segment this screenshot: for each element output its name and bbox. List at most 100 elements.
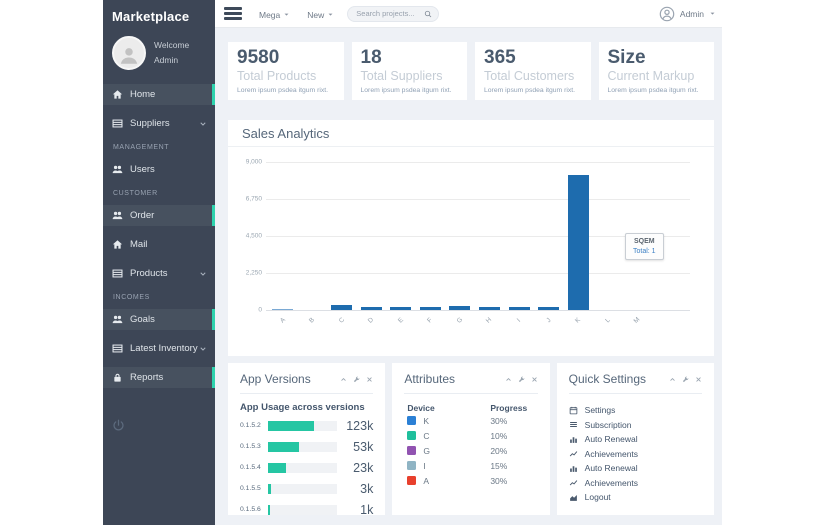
sidebar-item-goals[interactable]: Goals [103,309,215,330]
panel-settings-icon[interactable] [353,376,360,383]
chart-bar-slot: F [416,162,446,324]
panel-settings-icon[interactable] [682,376,689,383]
quick-setting-settings[interactable]: Settings [569,403,702,418]
y-axis-tick: 0 [258,306,262,314]
x-axis-label: M [632,316,642,325]
sidebar-item-reports[interactable]: Reports [103,367,215,388]
chart-bar-slot: C [327,162,357,325]
panel-close-icon[interactable] [366,376,373,383]
chart-bar-d[interactable] [360,306,382,310]
chart-bar-g[interactable] [449,306,471,310]
stat-value: 18 [360,47,382,68]
panel-close-icon[interactable] [695,376,702,383]
stat-label: Total Customers [484,69,575,83]
line-chart-icon [569,478,578,487]
sidebar-item-mail[interactable]: Mail [103,234,215,255]
panel-collapse-icon[interactable] [505,376,512,383]
stat-value: 9580 [237,47,280,68]
menu-toggle-icon[interactable] [224,5,242,23]
welcome-text: Welcome [154,40,190,50]
quick-setting-label: Achievements [584,448,639,459]
quick-setting-logout[interactable]: Logout [569,490,702,505]
panel-collapse-icon[interactable] [669,376,676,383]
attribute-row: C 10% [404,428,537,443]
attributes-title: Attributes [404,372,456,386]
attribute-row: K 30% [404,413,537,428]
chart-bar-k[interactable] [567,175,589,310]
usage-bar-track [268,504,338,515]
chart-tooltip: SQEM Total: 1 [625,233,664,260]
panel-controls [669,376,702,383]
bar-chart-icon [569,464,578,473]
chart-bar-a[interactable] [272,309,294,310]
device-progress: 30% [490,475,508,486]
chart-bar-slot: I [504,162,534,324]
device-color-swatch [407,476,417,485]
usage-bar-track [268,483,338,494]
user-name: Admin [154,55,179,65]
sidebar-user-block: Welcome Admin [103,30,215,82]
sidebar-item-home[interactable]: Home [103,84,215,105]
x-axis-label: D [367,316,376,325]
device-progress: 15% [490,460,508,471]
x-axis-label: B [308,316,317,325]
chart-bar-e[interactable] [390,307,412,310]
device-label: A [423,475,429,486]
sidebar-item-label: Mail [130,239,148,250]
sidebar-item-products[interactable]: Products [103,263,215,284]
topbar-menu-new[interactable]: New [307,10,334,20]
topbar-menu-mega[interactable]: Mega [259,10,290,20]
menu-label: Mega [259,9,281,20]
quick-setting-subscription[interactable]: Subscription [569,418,702,433]
x-axis-label: I [515,317,523,324]
sales-analytics-chart: 9,000 6,750 4,500 2,250 0 A B C D E F G H I J K L M SQEM… [228,147,714,355]
chevron-down-icon [199,120,207,128]
stat-value: 365 [484,47,516,68]
chart-bar-j[interactable] [538,306,560,310]
quick-setting-auto-renewal[interactable]: Auto Renewal [569,432,702,447]
sidebar-item-latest-inventory[interactable]: Latest Inventory [103,338,215,359]
usage-bar-fill [268,462,287,473]
panel-close-icon[interactable] [531,376,538,383]
chart-bar-slot: K [563,162,593,325]
chart-bar-i[interactable] [508,307,530,310]
chart-bar-c[interactable] [331,305,353,310]
search-input[interactable] [354,8,425,19]
device-progress: 30% [490,415,508,426]
home-icon [112,89,123,100]
device-progress: 10% [490,430,508,441]
chart-bar-f[interactable] [419,307,441,310]
sidebar-nav: Home Suppliers MANAGEMENT Users CUSTOMER Orde… [103,84,215,388]
table-icon [112,268,123,279]
panel-settings-icon[interactable] [518,376,525,383]
list-icon [569,420,578,429]
panel-collapse-icon[interactable] [340,376,347,383]
chart-bar-h[interactable] [478,307,500,310]
app-version-row: 0.1.5.4 23k [240,457,373,478]
power-icon[interactable] [112,419,125,432]
app-versions-title: App Versions [240,372,311,386]
version-label: 0.1.5.3 [240,443,261,450]
quick-setting-auto-renewal[interactable]: Auto Renewal [569,461,702,476]
quick-setting-achievements[interactable]: Achievements [569,447,702,462]
app-version-row: 0.1.5.5 3k [240,478,373,499]
sidebar-item-suppliers[interactable]: Suppliers [103,113,215,134]
device-color-swatch [407,446,417,455]
quick-setting-label: Auto Renewal [584,463,638,474]
user-menu[interactable]: Admin [659,6,722,22]
sidebar-item-label: Latest Inventory [130,343,198,354]
usage-bar-fill [268,441,300,452]
usage-bar-fill [268,483,272,494]
quick-setting-label: Logout [584,492,611,503]
usage-bar-fill [268,504,271,515]
search-icon[interactable] [424,10,432,18]
chevron-down-icon [327,11,334,18]
chart-bar-slot: H [475,162,505,325]
sidebar-item-users[interactable]: Users [103,159,215,180]
x-axis-label: J [544,316,553,325]
version-label: 0.1.5.5 [240,485,261,492]
version-label: 0.1.5.2 [240,422,261,429]
sidebar-item-order[interactable]: Order [103,205,215,226]
quick-setting-achievements[interactable]: Achievements [569,476,702,491]
sidebar-item-label: Products [130,268,168,279]
